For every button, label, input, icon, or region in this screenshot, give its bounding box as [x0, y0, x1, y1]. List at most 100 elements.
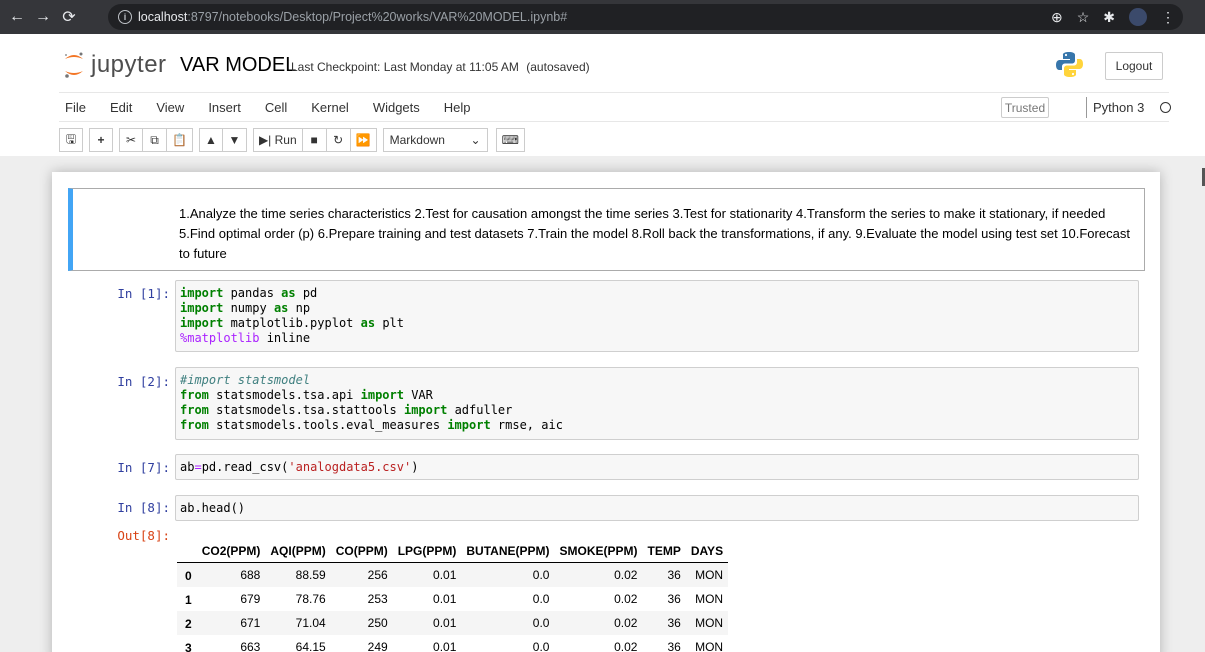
url-path: :8797/notebooks/Desktop/Project%20works/… — [187, 10, 568, 24]
table-cell: 0.0 — [532, 592, 550, 606]
column-header: DAYS — [685, 538, 729, 563]
forward-arrow-icon[interactable]: → — [30, 4, 56, 30]
move-up-icon[interactable]: ▲ — [198, 128, 223, 152]
jupyter-logo-text: jupyter — [91, 51, 167, 78]
restart-icon[interactable]: ↻ — [326, 128, 351, 152]
code-keyword: as — [281, 286, 296, 300]
bookmark-star-icon[interactable]: ☆ — [1077, 9, 1090, 26]
back-arrow-icon[interactable]: ← — [4, 4, 30, 30]
row-index: 2 — [185, 617, 192, 631]
menu-widgets[interactable]: Widgets — [361, 100, 432, 115]
table-cell: 256 — [367, 568, 388, 582]
code-cell[interactable]: ab.head() — [175, 495, 1139, 521]
code-text: matplotlib.pyplot — [223, 316, 361, 330]
menu-bar: File Edit View Insert Cell Kernel Widget… — [59, 92, 1171, 122]
insert-cell-icon[interactable]: + — [89, 128, 113, 152]
table-cell: 0.01 — [433, 568, 457, 582]
command-palette-icon[interactable]: ⌨ — [495, 128, 525, 152]
table-cell: 679 — [240, 592, 261, 606]
code-text: VAR — [403, 388, 433, 402]
table-cell: 0.02 — [614, 616, 638, 630]
code-text: ) — [411, 460, 419, 474]
menu-insert[interactable]: Insert — [196, 100, 253, 115]
notebook-title[interactable]: VAR MODEL — [180, 54, 296, 77]
table-row: 3 663 64.15 249 0.01 0.0 0.02 36 MON — [177, 635, 728, 652]
copy-icon[interactable]: ⧉ — [143, 128, 167, 152]
run-button[interactable]: ▶| Run — [252, 128, 303, 152]
restart-run-all-icon[interactable]: ⏩ — [350, 128, 377, 152]
address-bar[interactable]: i localhost:8797/notebooks/Desktop/Proje… — [108, 4, 1183, 30]
jupyter-header: jupyter VAR MODEL Last Checkpoint: Last … — [0, 34, 1205, 156]
code-text: pd — [295, 286, 318, 300]
reload-icon[interactable]: ⟳ — [56, 4, 82, 30]
code-text: inline — [259, 331, 311, 345]
table-cell: 0.02 — [614, 640, 638, 652]
column-header: LPG(PPM) — [392, 538, 462, 563]
column-header: CO2(PPM) — [196, 538, 266, 563]
menu-cell[interactable]: Cell — [253, 100, 299, 115]
code-text: adfuller — [447, 403, 513, 417]
table-cell: 0.0 — [532, 568, 550, 582]
menu-help[interactable]: Help — [432, 100, 483, 115]
markdown-cell[interactable]: 1.Analyze the time series characteristic… — [68, 188, 1145, 271]
table-cell: 663 — [240, 640, 261, 652]
move-down-icon[interactable]: ▼ — [222, 128, 247, 152]
dataframe-table: CO2(PPM) AQI(PPM) CO(PPM) LPG(PPM) BUTAN… — [177, 538, 729, 652]
table-cell: 249 — [367, 640, 388, 652]
table-row: 0 688 88.59 256 0.01 0.0 0.02 36 MON — [177, 562, 729, 587]
code-cell[interactable]: import pandas as pd import numpy as np i… — [175, 280, 1139, 352]
jupyter-logo[interactable]: jupyter — [63, 50, 167, 80]
trusted-badge[interactable]: Trusted — [1001, 97, 1049, 118]
chevron-down-icon: ⌄ — [470, 133, 481, 147]
input-prompt: In [1]: — [117, 286, 170, 301]
code-text: rmse, aic — [490, 418, 563, 432]
code-keyword: import — [180, 286, 224, 300]
python-logo-icon — [1056, 52, 1083, 77]
code-text: statsmodels.tools.eval_measures — [208, 418, 448, 432]
interrupt-icon[interactable]: ■ — [302, 128, 327, 152]
code-keyword: as — [273, 301, 289, 315]
zoom-icon[interactable]: ⊕ — [1051, 9, 1063, 26]
menu-view[interactable]: View — [144, 100, 196, 115]
table-cell: 0.01 — [433, 616, 457, 630]
code-text: ab — [180, 460, 195, 474]
info-icon[interactable]: i — [118, 10, 132, 24]
code-text: statsmodels.tsa.api — [208, 388, 361, 402]
table-cell: 64.15 — [295, 640, 326, 652]
code-operator: = — [194, 460, 202, 474]
extensions-icon[interactable]: ✱ — [1103, 9, 1115, 26]
input-prompt: In [8]: — [117, 500, 170, 515]
column-header: TEMP — [642, 538, 686, 563]
table-cell: MON — [695, 616, 724, 630]
input-prompt: In [2]: — [117, 374, 170, 389]
code-text: ab.head() — [180, 501, 246, 515]
browser-menu-icon[interactable]: ⋮ — [1161, 9, 1175, 26]
code-cell[interactable]: ab=pd.read_csv('analogdata5.csv') — [175, 454, 1139, 480]
code-keyword: from — [180, 388, 209, 402]
table-row: 1 679 78.76 253 0.01 0.0 0.02 36 MON — [177, 587, 728, 611]
paste-icon[interactable]: 📋 — [167, 128, 193, 152]
save-icon[interactable]: 🖫 — [59, 128, 83, 152]
code-magic: %matplotlib — [180, 331, 260, 345]
checkpoint-text: Last Checkpoint: Last Monday at 11:05 AM — [291, 60, 519, 74]
code-text: pd.read_csv( — [201, 460, 289, 474]
cut-icon[interactable]: ✂ — [119, 128, 143, 152]
table-cell: 688 — [240, 568, 261, 582]
code-cell[interactable]: #import statsmodel from statsmodels.tsa.… — [175, 367, 1139, 440]
profile-avatar[interactable] — [1129, 8, 1147, 26]
menu-kernel[interactable]: Kernel — [299, 100, 361, 115]
code-keyword: import — [180, 316, 224, 330]
cell-type-select[interactable]: Markdown ⌄ — [382, 128, 488, 152]
code-keyword: from — [180, 418, 209, 432]
logout-button[interactable]: Logout — [1105, 52, 1163, 80]
table-cell: 0.0 — [532, 640, 550, 652]
table-cell: MON — [695, 640, 724, 652]
code-keyword: from — [180, 403, 209, 417]
cell-type-value: Markdown — [389, 133, 445, 147]
code-comment: #import statsmodel — [180, 373, 311, 387]
column-header: BUTANE(PPM) — [461, 538, 555, 563]
menu-file[interactable]: File — [59, 100, 98, 115]
kernel-name[interactable]: Python 3 — [1093, 100, 1144, 115]
menu-edit[interactable]: Edit — [98, 100, 144, 115]
autosave-status: (autosaved) — [526, 60, 590, 74]
